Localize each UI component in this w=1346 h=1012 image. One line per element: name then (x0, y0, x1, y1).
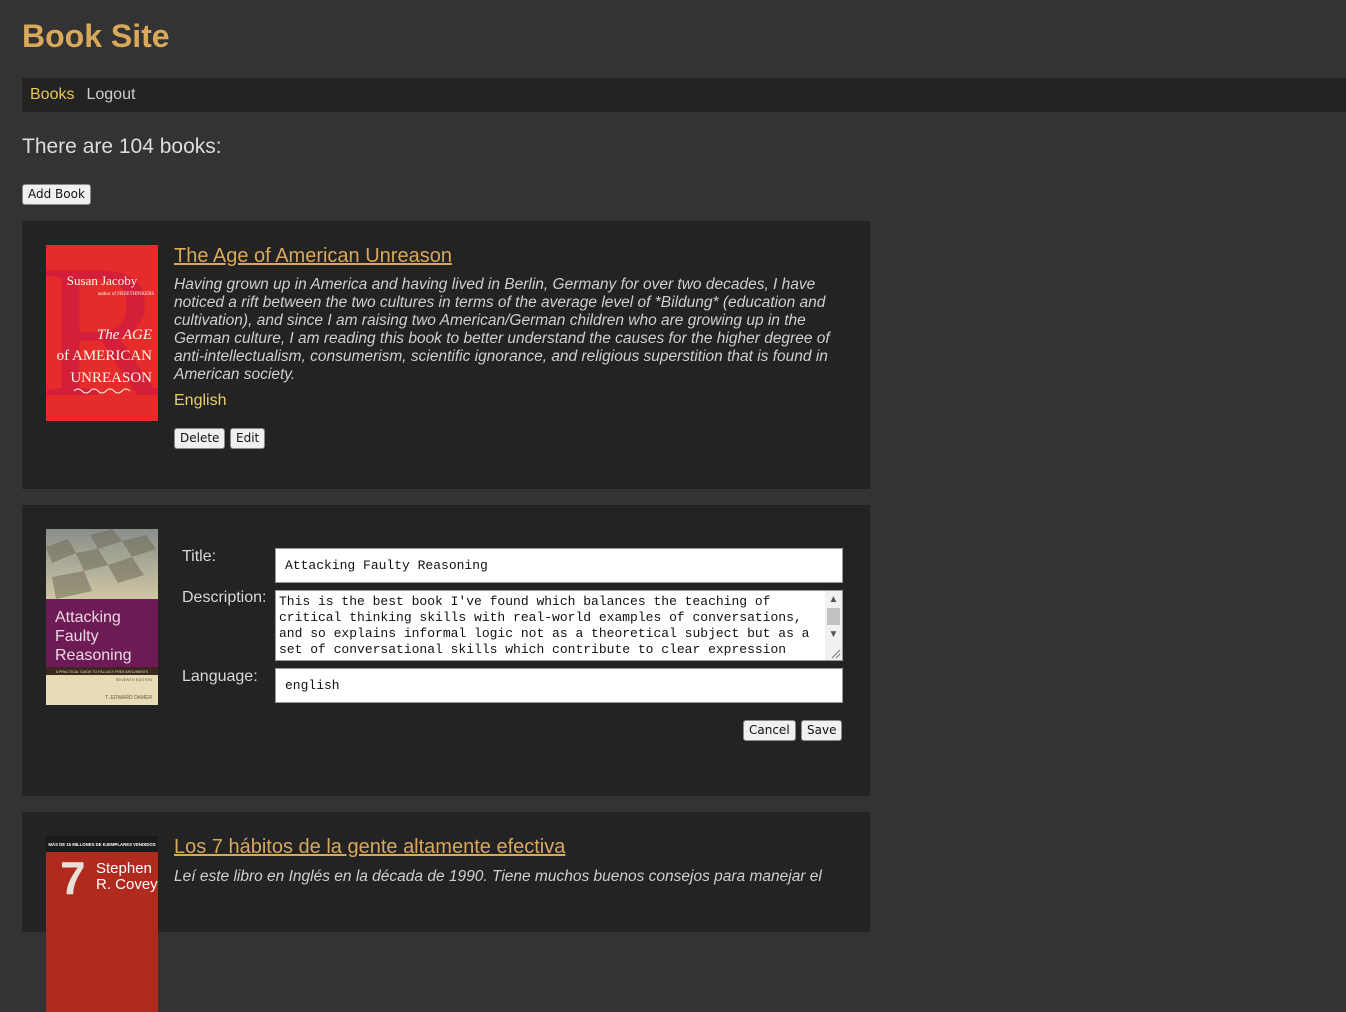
cover-banner-text: MÁS DE 15 MILLONES DE EJEMPLARES VENDIDO… (48, 842, 155, 847)
book-edit-card: Attacking Faulty Reasoning A PRACTICAL G… (22, 505, 870, 796)
cover-subtitle-text: A PRACTICAL GUIDE TO FALLACY-FREE ARGUME… (56, 670, 149, 674)
cover-line1-text: Attacking (55, 609, 121, 626)
nav-logout-link[interactable]: Logout (86, 86, 135, 104)
description-text: This is the best book I've found which b… (279, 594, 818, 657)
edit-button[interactable]: Edit (230, 428, 266, 449)
language-input[interactable]: english (275, 668, 843, 703)
cover-edition-text: SEVENTH EDITION (116, 677, 152, 682)
language-label: Language: (182, 668, 258, 685)
book-card: MÁS DE 15 MILLONES DE EJEMPLARES VENDIDO… (22, 812, 870, 1012)
cover-line1-text: The AGE (97, 327, 152, 343)
book-count-heading: There are 104 books: (22, 135, 222, 158)
save-button[interactable]: Save (801, 720, 843, 741)
description-label: Description: (182, 589, 267, 606)
cover-author-text: T. EDWARD DAMER (105, 695, 152, 701)
cover-line2-text: of AMERICAN (57, 348, 153, 364)
site-title: Book Site (22, 18, 170, 54)
cover-author-text: Susan Jacoby (67, 273, 138, 288)
cover-line3-text: UNREASON (70, 370, 152, 386)
book-cover-image: R Susan Jacoby author of FREETHINKERS Th… (46, 245, 158, 421)
cover-line2-text: Faulty (55, 628, 99, 645)
book-card: R Susan Jacoby author of FREETHINKERS Th… (22, 221, 870, 489)
cover-number-text: 7 (60, 852, 86, 904)
title-input[interactable]: Attacking Faulty Reasoning (275, 548, 843, 583)
scrollbar-thumb[interactable] (827, 608, 840, 625)
book-cover-image: MÁS DE 15 MILLONES DE EJEMPLARES VENDIDO… (46, 836, 158, 1012)
book-description: Leí este libro en Inglés en la década de… (174, 868, 822, 885)
book-title-link[interactable]: Los 7 hábitos de la gente altamente efec… (174, 836, 565, 859)
title-label: Title: (182, 548, 217, 565)
cancel-button[interactable]: Cancel (743, 720, 796, 741)
scroll-up-arrow-icon[interactable]: ▲ (825, 592, 842, 607)
delete-button[interactable]: Delete (174, 428, 226, 449)
scroll-down-arrow-icon[interactable]: ▼ (825, 627, 842, 642)
book-cover-image: Attacking Faulty Reasoning A PRACTICAL G… (46, 529, 158, 705)
add-book-button[interactable]: Add Book (22, 184, 91, 205)
book-title-link[interactable]: The Age of American Unreason (174, 245, 452, 268)
nav-books-link[interactable]: Books (30, 86, 74, 104)
description-textarea[interactable]: This is the best book I've found which b… (275, 590, 843, 661)
cover-tagline-text: author of FREETHINKERS (98, 292, 155, 297)
resize-grip-icon[interactable] (829, 647, 841, 659)
cover-author-text: Stephen (96, 860, 152, 877)
cover-line3-text: Reasoning (55, 647, 132, 664)
navbar: Books Logout (22, 78, 1346, 112)
book-language: English (174, 392, 227, 409)
book-description: Having grown up in America and having li… (174, 276, 830, 383)
